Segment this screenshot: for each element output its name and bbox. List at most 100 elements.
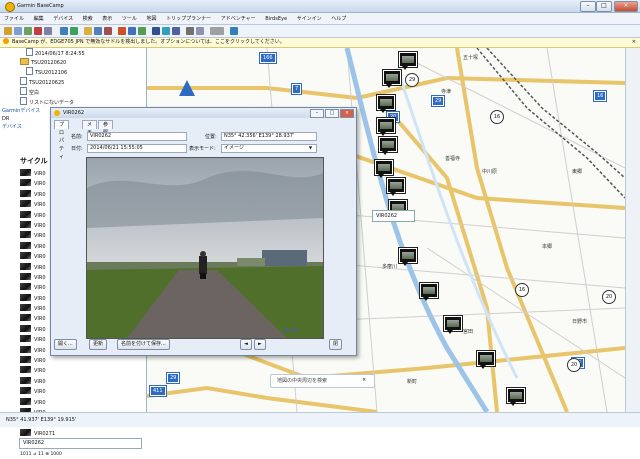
tree-item[interactable]: リストにないデータ <box>20 97 85 107</box>
dialog-app-icon <box>54 110 60 116</box>
tree-item[interactable]: 空白 <box>20 87 85 97</box>
photo-marker-icon[interactable] <box>386 177 406 196</box>
tool-paste-icon[interactable] <box>24 27 32 35</box>
tool-split-icon[interactable] <box>186 27 194 35</box>
dialog-close-text-button[interactable]: 閉 <box>329 339 343 350</box>
chevron-down-icon[interactable]: ▼ <box>309 145 312 150</box>
list-item[interactable]: VIR0 <box>20 366 145 376</box>
position-field[interactable]: N35° 42.356' E139° 28.937' <box>221 132 317 141</box>
route-circle: 16 <box>515 283 529 297</box>
list-item[interactable]: VIR0 <box>20 376 145 387</box>
dialog-title: VIR0262 <box>63 110 85 116</box>
tool-layers-icon[interactable] <box>172 27 180 35</box>
tool-route-icon[interactable] <box>128 27 136 35</box>
datetime-field[interactable]: 2014/06/21 15:55:05 <box>87 144 187 153</box>
tool-send-icon[interactable] <box>70 27 78 35</box>
menu-search[interactable]: 検索 <box>79 13 97 22</box>
tree-item[interactable]: TSU20120620 <box>20 58 85 67</box>
photo-marker-icon[interactable] <box>506 387 526 406</box>
menu-signin[interactable]: サインイン <box>293 13 326 22</box>
photo-thumbnail-icon <box>20 345 31 353</box>
selected-item-field[interactable]: VIR0262 <box>19 438 142 449</box>
photo-thumbnail-icon <box>20 231 31 239</box>
photo-marker-icon[interactable] <box>398 51 418 70</box>
menu-tools[interactable]: ツール <box>118 13 141 22</box>
route-circle: 16 <box>490 110 504 124</box>
menu-adventure[interactable]: アドベンチャー <box>217 13 260 22</box>
photo-properties-dialog: VIR0262 – □ × プロパティ メモ 参照 名前: VIR0262 日付… <box>50 107 357 356</box>
tool-copy-icon[interactable] <box>14 27 22 35</box>
tool-grid-icon[interactable] <box>196 27 204 35</box>
name-field[interactable]: VIR0262 <box>87 132 187 141</box>
tool-find-icon[interactable] <box>230 27 238 35</box>
photo-marker-icon[interactable] <box>376 117 396 136</box>
photo-marker-icon[interactable] <box>374 159 394 178</box>
tool-select-icon[interactable] <box>94 27 102 35</box>
list-item-label: VIR0 <box>34 316 46 323</box>
map-label: 本郷 <box>542 244 553 250</box>
dialog-minimize-button[interactable]: – <box>310 109 324 118</box>
menu-birdseye[interactable]: BirdsEye <box>261 14 291 22</box>
photo-marker-icon[interactable] <box>382 69 402 88</box>
photo-thumbnail-icon <box>20 210 31 218</box>
tool-map-icon[interactable] <box>152 27 160 35</box>
next-photo-button[interactable]: ► <box>254 339 266 350</box>
tool-delete-icon[interactable] <box>34 27 42 35</box>
list-item[interactable]: VIR0 <box>20 387 145 397</box>
menu-help[interactable]: ヘルプ <box>327 13 350 22</box>
display-mode-label: 表示モード: <box>189 146 216 152</box>
tree-item[interactable]: TSU20120625 <box>20 77 85 87</box>
tab-properties[interactable]: プロパティ <box>54 120 70 160</box>
tool-track-icon[interactable] <box>138 27 146 35</box>
info-bar[interactable]: BaseCamp が、EDGE705 JPN で無効なサドルを検出しました。オプ… <box>0 38 640 48</box>
map-tooltip[interactable]: VIR0262 <box>372 210 415 222</box>
map-search-close-icon[interactable]: × <box>362 377 366 383</box>
close-button[interactable]: × <box>614 1 638 12</box>
route-circle: 20 <box>567 358 581 372</box>
tool-waypoint-icon[interactable] <box>118 27 126 35</box>
dialog-close-button[interactable]: × <box>340 109 354 118</box>
photo-marker-icon[interactable] <box>398 247 418 266</box>
dialog-maximize-button[interactable]: □ <box>325 109 339 118</box>
maximize-button[interactable]: □ <box>596 1 612 12</box>
map-scrollbar[interactable] <box>625 48 640 412</box>
tool-measure-icon[interactable] <box>104 27 112 35</box>
tool-hand-icon[interactable] <box>84 27 92 35</box>
photo-marker-icon[interactable] <box>419 282 439 301</box>
list-item-label: VIR0 <box>34 254 46 261</box>
tool-3d-icon[interactable] <box>162 27 170 35</box>
prev-photo-button[interactable]: ◄ <box>240 339 252 350</box>
tab-memo[interactable]: メモ <box>82 120 98 136</box>
basecamp-window: Garmin BaseCamp – □ × ファイル 編集 デバイス 検索 表示… <box>0 0 640 457</box>
refresh-button[interactable]: 更新 <box>89 339 108 350</box>
menu-map[interactable]: 地図 <box>143 13 161 22</box>
list-item-label: VIR0 <box>34 181 46 188</box>
tool-receive-icon[interactable] <box>60 27 68 35</box>
list-item[interactable]: VIR0 <box>20 397 145 408</box>
photo-caption: 11:30 <box>283 328 298 334</box>
save-as-button[interactable]: 名前を付けて保存... <box>117 339 170 350</box>
map-search-input[interactable]: 地図の中央周辺を検索 <box>270 374 375 388</box>
menu-trip-planner[interactable]: トリッププランナー <box>162 13 215 22</box>
menu-view[interactable]: 表示 <box>98 13 116 22</box>
list-item[interactable]: VIR0 <box>20 356 145 366</box>
tree-item[interactable]: 2014/06/17 8:24:55 <box>20 48 85 58</box>
minimize-button[interactable]: – <box>580 1 596 12</box>
tree-item[interactable]: TSU2012106 <box>20 67 85 77</box>
photo-marker-icon[interactable] <box>378 136 398 155</box>
display-mode-select[interactable]: イメージ <box>221 144 317 153</box>
status-coordinates: N35° 41.937' E139° 19.915' <box>6 417 77 423</box>
open-button[interactable]: 開く... <box>54 339 77 350</box>
photo-marker-icon[interactable] <box>476 350 496 369</box>
menu-device[interactable]: デバイス <box>49 13 77 22</box>
tool-zoom-select-icon[interactable] <box>210 27 224 35</box>
photo-marker-icon[interactable] <box>443 315 463 334</box>
list-item-label: VIR0 <box>34 233 46 240</box>
tab-reference[interactable]: 参照 <box>98 120 114 136</box>
tool-undo-icon[interactable] <box>44 27 52 35</box>
tool-cut-icon[interactable] <box>4 27 12 35</box>
info-close-icon[interactable]: × <box>632 38 636 47</box>
menu-file[interactable]: ファイル <box>0 13 28 22</box>
photo-marker-icon[interactable] <box>376 94 396 113</box>
menu-edit[interactable]: 編集 <box>30 13 48 22</box>
